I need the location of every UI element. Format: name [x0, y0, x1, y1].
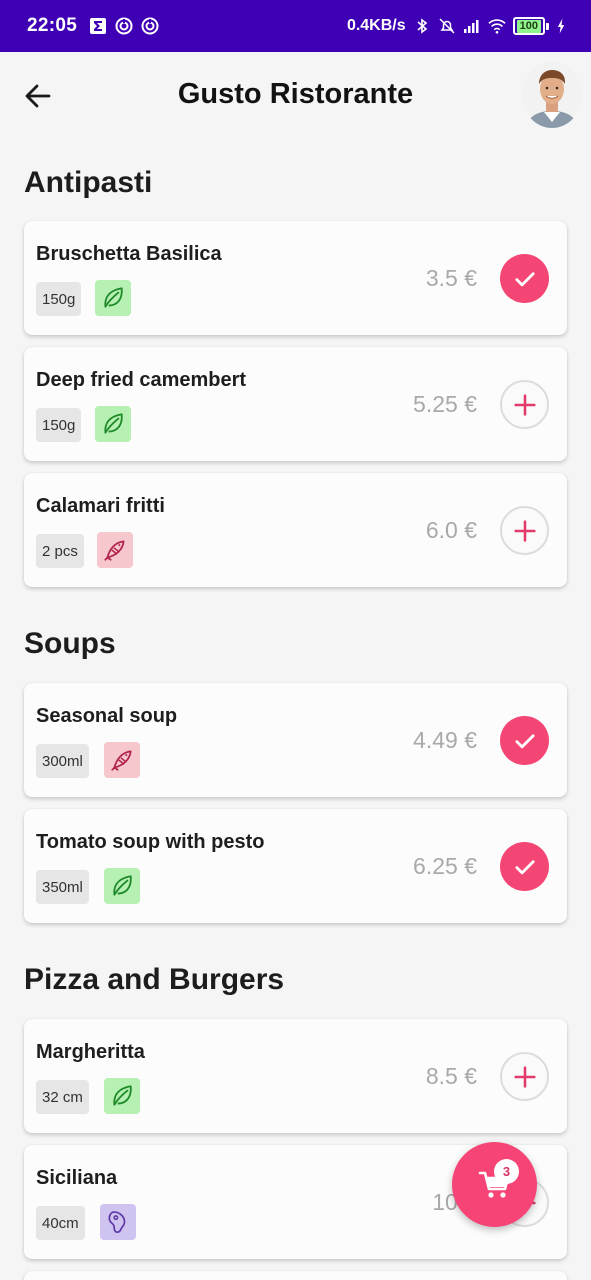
quantity-badge: 32 cm	[36, 1080, 89, 1114]
status-bar: 22:05 0.4KB/s 100	[0, 0, 591, 52]
item-price: 4.49 €	[413, 727, 477, 753]
item-price: 5.25 €	[413, 391, 477, 417]
app-bar: Gusto Ristorante	[0, 52, 591, 140]
status-time: 22:05	[27, 15, 78, 36]
section-title-soups: Soups	[24, 627, 116, 660]
charging-icon	[557, 18, 565, 34]
menu-item-card[interactable]	[24, 1271, 567, 1280]
check-icon	[511, 853, 539, 881]
check-icon	[511, 265, 539, 293]
leaf-icon	[95, 280, 131, 316]
menu-item-card[interactable]: Deep fried camembert 150g 5.25 €	[24, 347, 567, 461]
item-name: Deep fried camembert	[36, 369, 247, 391]
item-name: Margheritta	[36, 1041, 145, 1063]
quantity-badge: 2 pcs	[36, 534, 84, 568]
add-item-button[interactable]	[500, 380, 549, 429]
fish-icon	[97, 532, 133, 568]
quantity-badge: 150g	[36, 408, 82, 442]
add-item-button[interactable]	[500, 1052, 549, 1101]
menu-item-card[interactable]: Calamari fritti 2 pcs 6.0 €	[24, 473, 567, 587]
cart-count-badge: 3	[494, 1159, 519, 1184]
item-price: 3.5 €	[425, 265, 477, 291]
selected-check-button[interactable]	[500, 254, 549, 303]
item-name: Siciliana	[36, 1167, 118, 1189]
item-price: 6.25 €	[413, 853, 477, 879]
item-name: Calamari fritti	[36, 495, 165, 517]
sigma-notification-icon	[90, 18, 107, 34]
sync-icon	[115, 17, 133, 35]
page-title: Gusto Ristorante	[177, 78, 414, 110]
menu-item-card[interactable]: Tomato soup with pesto 350ml 6.25 €	[24, 809, 567, 923]
battery-level: 100	[516, 19, 541, 33]
item-price: 8.5 €	[425, 1063, 477, 1089]
selected-check-button[interactable]	[500, 842, 549, 891]
leaf-icon	[104, 868, 140, 904]
quantity-badge: 40cm	[36, 1206, 85, 1240]
plus-icon	[511, 391, 539, 419]
sync-icon	[141, 17, 159, 35]
add-item-button[interactable]	[500, 506, 549, 555]
leaf-icon	[95, 406, 131, 442]
section-title-antipasti: Antipasti	[24, 166, 153, 199]
plus-icon	[511, 517, 539, 545]
menu-item-card[interactable]: Margheritta 32 cm 8.5 €	[24, 1019, 567, 1133]
alarm-off-icon	[439, 18, 455, 34]
quantity-badge: 350ml	[36, 870, 89, 904]
bluetooth-icon	[417, 18, 427, 34]
leaf-icon	[104, 1078, 140, 1114]
user-avatar[interactable]	[522, 62, 582, 128]
item-price: 6.0 €	[425, 517, 477, 543]
item-name: Bruschetta Basilica	[36, 243, 222, 265]
meat-icon	[100, 1204, 136, 1240]
menu-item-card[interactable]: Bruschetta Basilica 150g 3.5 €	[24, 221, 567, 335]
plus-icon	[511, 1063, 539, 1091]
item-name: Tomato soup with pesto	[36, 831, 265, 853]
signal-icon	[463, 20, 479, 33]
wifi-icon	[487, 19, 506, 34]
quantity-badge: 300ml	[36, 744, 89, 778]
network-speed: 0.4KB/s	[346, 17, 406, 34]
item-name: Seasonal soup	[36, 705, 178, 727]
cart-button[interactable]: 3	[452, 1142, 537, 1227]
fish-icon	[104, 742, 140, 778]
selected-check-button[interactable]	[500, 716, 549, 765]
quantity-badge: 150g	[36, 282, 82, 316]
check-icon	[511, 727, 539, 755]
menu-item-card[interactable]: Seasonal soup 300ml 4.49 €	[24, 683, 567, 797]
battery-icon: 100	[512, 17, 549, 35]
section-title-pizza-and-burgers: Pizza and Burgers	[24, 963, 285, 996]
